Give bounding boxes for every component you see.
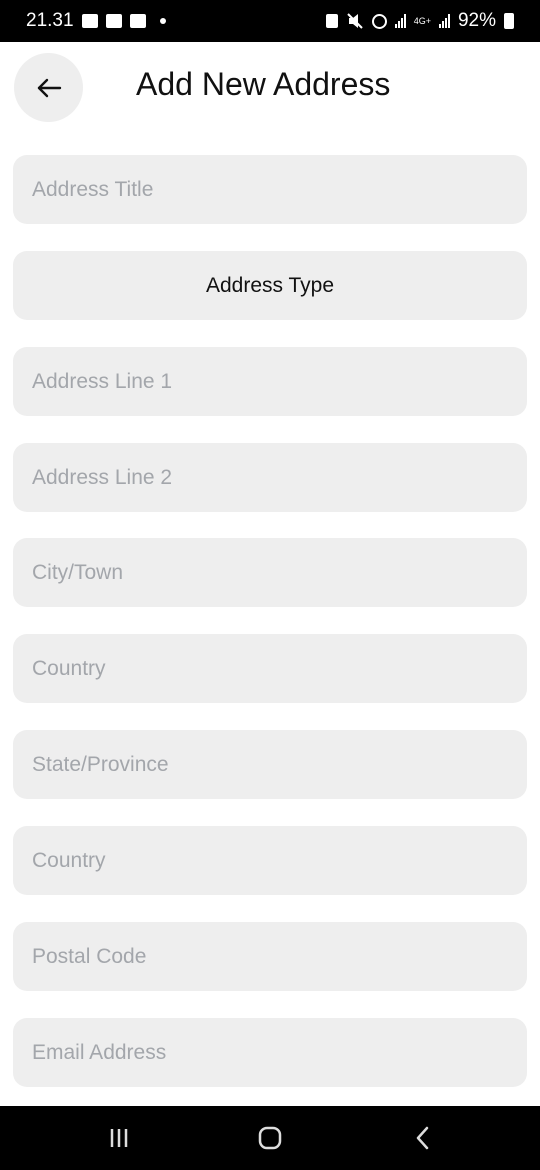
recent-apps-button[interactable] xyxy=(104,1124,134,1152)
battery-icon xyxy=(504,13,514,29)
postal-code-field[interactable]: Postal Code xyxy=(13,922,527,991)
signal-2-icon xyxy=(438,14,450,28)
message-icon xyxy=(105,14,122,28)
shopping-bag-icon xyxy=(129,14,146,28)
chevron-left-icon xyxy=(416,1126,429,1150)
home-button[interactable] xyxy=(255,1124,285,1152)
signal-1-icon xyxy=(394,14,406,28)
back-button[interactable] xyxy=(14,53,83,122)
arrow-left-icon xyxy=(37,78,61,97)
city-field[interactable]: City/Town xyxy=(13,538,527,607)
status-time: 21.31 xyxy=(26,10,74,31)
system-back-button[interactable] xyxy=(408,1124,438,1152)
address-title-field[interactable]: Address Title xyxy=(13,155,527,224)
battery-percent: 92% xyxy=(457,10,496,31)
address-line-1-field[interactable]: Address Line 1 xyxy=(13,347,527,416)
hotspot-icon xyxy=(371,13,387,29)
gallery-icon xyxy=(81,14,98,28)
address-line-2-field[interactable]: Address Line 2 xyxy=(13,443,527,512)
address-type-select[interactable]: Address Type xyxy=(13,251,527,320)
mute-icon xyxy=(346,13,363,29)
page-title: Add New Address xyxy=(136,66,391,102)
notification-dot-icon xyxy=(159,18,166,24)
network-type: 4G+ xyxy=(413,16,431,26)
email-field[interactable]: Email Address xyxy=(13,1018,527,1087)
lock-icon xyxy=(325,14,338,28)
country-field-2[interactable]: Country xyxy=(13,826,527,895)
state-field[interactable]: State/Province xyxy=(13,730,527,799)
status-right: 4G+ 92% xyxy=(325,10,514,32)
country-field[interactable]: Country xyxy=(13,634,527,703)
home-icon xyxy=(258,1126,282,1150)
recent-apps-icon xyxy=(110,1129,128,1147)
status-left: 21.31 xyxy=(26,10,166,32)
navigation-bar xyxy=(0,1106,540,1170)
status-bar: 21.31 4G+ 92% xyxy=(0,0,540,42)
